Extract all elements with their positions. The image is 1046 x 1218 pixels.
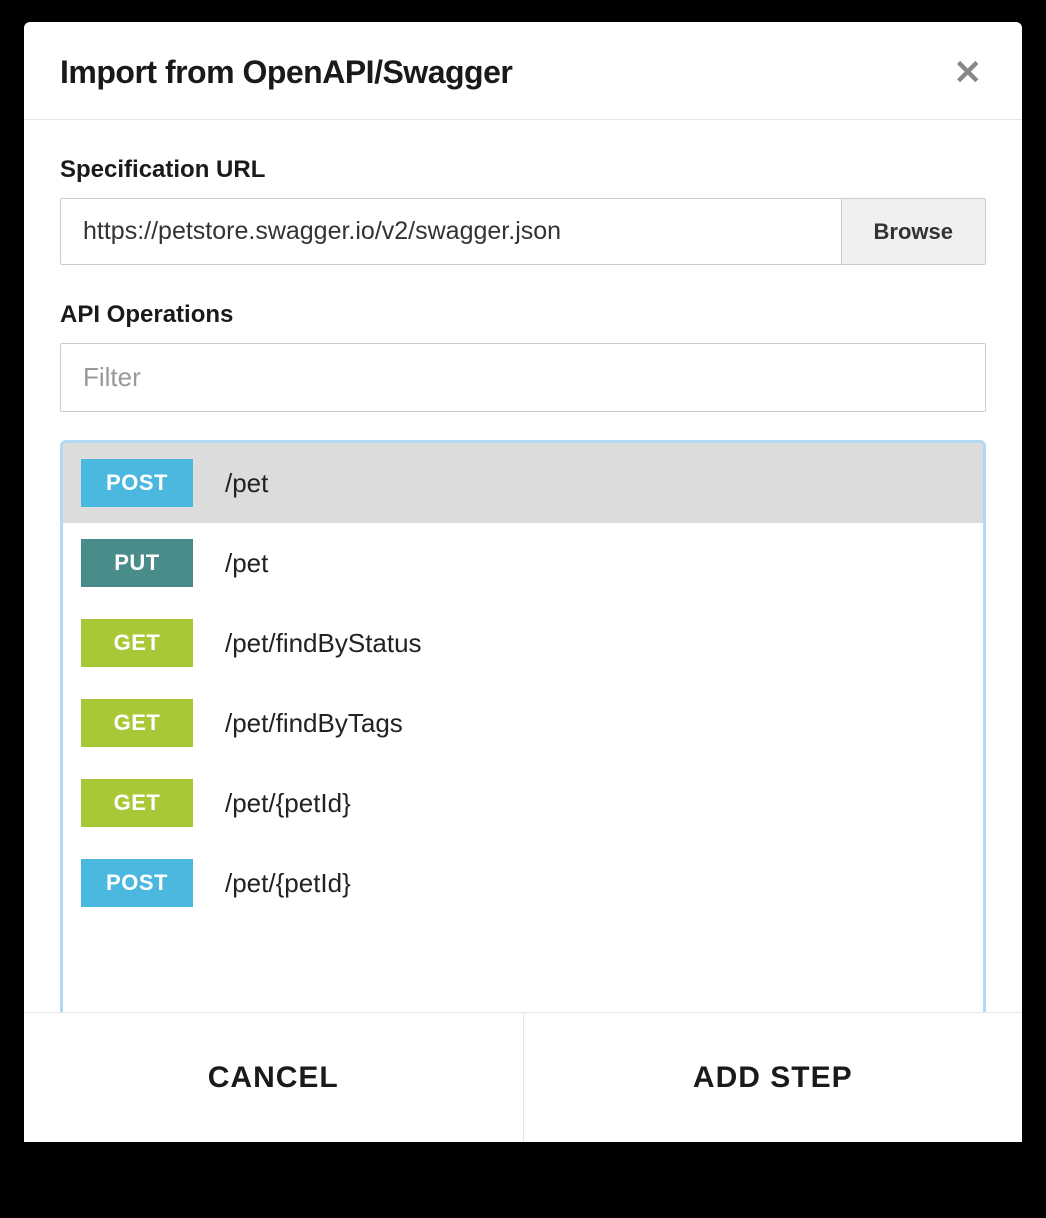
spec-url-row: Browse xyxy=(60,198,986,265)
operation-row[interactable]: GET/pet/findByTags xyxy=(63,683,983,763)
operation-row[interactable]: POST/pet xyxy=(63,443,983,523)
operation-row[interactable]: PUT/pet xyxy=(63,523,983,603)
add-step-button[interactable]: ADD STEP xyxy=(524,1013,1023,1142)
close-icon[interactable]: ✕ xyxy=(950,56,987,90)
spec-url-label: Specification URL xyxy=(60,156,986,184)
operation-path: /pet/findByTags xyxy=(225,708,403,739)
operation-path: /pet/{petId} xyxy=(225,788,351,819)
operation-row[interactable]: GET/pet/{petId} xyxy=(63,763,983,843)
modal-header: Import from OpenAPI/Swagger ✕ xyxy=(24,22,1022,120)
method-badge: POST xyxy=(81,459,193,507)
operation-path: /pet xyxy=(225,548,268,579)
method-badge: GET xyxy=(81,699,193,747)
operation-row[interactable]: POST/pet/{petId} xyxy=(63,843,983,923)
import-openapi-modal: Import from OpenAPI/Swagger ✕ Specificat… xyxy=(24,22,1022,1142)
spec-url-input[interactable] xyxy=(60,198,841,265)
operation-path: /pet xyxy=(225,468,268,499)
api-operations-label: API Operations xyxy=(60,301,986,329)
browse-button[interactable]: Browse xyxy=(841,198,986,265)
operation-path: /pet/findByStatus xyxy=(225,628,422,659)
method-badge: GET xyxy=(81,779,193,827)
modal-footer: CANCEL ADD STEP xyxy=(24,1012,1022,1142)
modal-title: Import from OpenAPI/Swagger xyxy=(60,54,512,91)
modal-body: Specification URL Browse API Operations … xyxy=(24,120,1022,1142)
method-badge: PUT xyxy=(81,539,193,587)
filter-input[interactable] xyxy=(60,343,986,412)
cancel-button[interactable]: CANCEL xyxy=(24,1013,524,1142)
operation-path: /pet/{petId} xyxy=(225,868,351,899)
method-badge: POST xyxy=(81,859,193,907)
method-badge: GET xyxy=(81,619,193,667)
operation-row[interactable]: GET/pet/findByStatus xyxy=(63,603,983,683)
